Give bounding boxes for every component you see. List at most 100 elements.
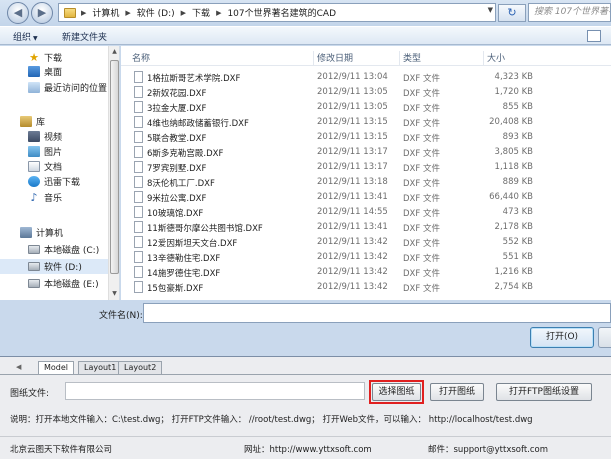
chevron-down-icon[interactable]: ▼ <box>488 6 493 14</box>
column-header-date[interactable]: 修改日期 <box>313 51 397 65</box>
ftp-settings-button[interactable]: 打开FTP图纸设置 <box>496 383 592 401</box>
nav-item[interactable]: 计算机 <box>0 225 108 240</box>
table-row[interactable]: 10玻璃馆.DXF 2012/9/11 14:55 DXF 文件 473 KB <box>121 205 611 220</box>
table-row[interactable]: 9米拉公寓.DXF 2012/9/11 13:41 DXF 文件 66,440 KB <box>121 190 611 205</box>
search-input[interactable]: 搜索 107个世界著名建筑的CAD <box>528 3 611 22</box>
dxf-file-icon <box>134 131 143 143</box>
nav-item[interactable]: 本地磁盘 (C:) <box>0 242 108 257</box>
column-header-type[interactable]: 类型 <box>399 51 483 65</box>
nav-item-label: 计算机 <box>36 229 64 239</box>
breadcrumb-downloads[interactable]: 下载 <box>188 6 214 19</box>
nav-item[interactable]: 视频 <box>0 129 108 144</box>
file-type: DXF 文件 <box>403 269 440 279</box>
website-text: 网址：http://www.yttxsoft.com <box>244 445 372 455</box>
table-row[interactable]: 15包豪斯.DXF 2012/9/11 13:42 DXF 文件 2,754 KB <box>121 280 611 295</box>
table-row[interactable]: 1格拉斯哥艺术学院.DXF 2012/9/11 13:04 DXF 文件 4,323 … <box>121 70 611 85</box>
file-name: 2新奴花园.DXF <box>147 89 207 99</box>
nav-item[interactable]: 库 <box>0 114 108 129</box>
dxf-file-icon <box>134 116 143 128</box>
table-row[interactable]: 6斯多克勒宫殿.DXF 2012/9/11 13:17 DXF 文件 3,805 KB <box>121 145 611 160</box>
file-name: 10玻璃馆.DXF <box>147 209 204 219</box>
nav-item[interactable]: ★ 下载 <box>0 50 108 65</box>
column-header-size[interactable]: 大小 <box>483 51 543 65</box>
nav-item[interactable]: 桌面 <box>0 64 108 79</box>
breadcrumb-computer[interactable]: 计算机 <box>88 6 123 19</box>
file-date: 2012/9/11 13:04 <box>317 72 388 82</box>
tab-layout2[interactable]: Layout2 <box>118 361 163 374</box>
nav-item[interactable]: ♪ 音乐 <box>0 190 108 205</box>
table-row[interactable]: 8沃伦机工厂.DXF 2012/9/11 13:18 DXF 文件 889 KB <box>121 175 611 190</box>
breadcrumb-current-folder[interactable]: 107个世界著名建筑的CAD <box>223 6 340 19</box>
cancel-button-partial[interactable] <box>598 327 611 348</box>
open-button[interactable]: 打开(O) <box>530 327 594 348</box>
nav-item-label: 音乐 <box>44 194 63 204</box>
dxf-file-icon <box>134 221 143 233</box>
scroll-down-icon[interactable]: ▼ <box>109 288 119 300</box>
dxf-file-icon <box>134 146 143 158</box>
breadcrumb-drive-d[interactable]: 软件 (D:) <box>133 6 179 19</box>
nav-item[interactable]: 迅雷下载 <box>0 174 108 189</box>
breadcrumb[interactable]: ▶ 计算机 ▶ 软件 (D:) ▶ 下载 ▶ 107个世界著名建筑的CAD ▼ <box>58 3 496 22</box>
nav-item-label: 最近访问的位置 <box>44 84 108 94</box>
dxf-file-icon <box>134 101 143 113</box>
file-size: 473 KB <box>502 207 533 217</box>
desktop-icon <box>28 66 40 77</box>
company-name: 北京云图天下软件有限公司 <box>10 445 113 455</box>
view-options-icon[interactable] <box>587 30 601 42</box>
file-name: 4维也纳邮政储蓄银行.DXF <box>147 119 249 129</box>
nav-item-label: 下载 <box>44 54 63 64</box>
forward-button[interactable]: ▶ <box>31 2 53 24</box>
open-drawing-button[interactable]: 打开图纸 <box>430 383 484 401</box>
nav-item[interactable]: 图片 <box>0 144 108 159</box>
scroll-thumb[interactable] <box>110 60 119 274</box>
dxf-file-icon <box>134 71 143 83</box>
dxf-file-icon <box>134 191 143 203</box>
back-button[interactable]: ◀ <box>7 2 29 24</box>
chevron-right-icon: ▶ <box>180 8 187 17</box>
organize-button[interactable]: 组织 ▼ <box>13 30 38 43</box>
nav-item-label: 图片 <box>44 148 63 158</box>
table-row[interactable]: 5联合教堂.DXF 2012/9/11 13:15 DXF 文件 893 KB <box>121 130 611 145</box>
file-size: 1,720 KB <box>494 87 533 97</box>
usage-hint: 说明：打开本地文件输入：C:\test.dwg； 打开FTP文件输入： //ro… <box>10 415 533 425</box>
chevron-right-icon: ▶ <box>81 8 87 17</box>
table-row[interactable]: 13辛德勒住宅.DXF 2012/9/11 13:42 DXF 文件 551 KB <box>121 250 611 265</box>
dxf-file-icon <box>134 176 143 188</box>
nav-scrollbar[interactable]: ▲ ▼ <box>108 46 119 300</box>
file-date: 2012/9/11 13:15 <box>317 117 388 127</box>
file-type: DXF 文件 <box>403 224 440 234</box>
table-row[interactable]: 11斯德哥尔摩公共图书馆.DXF 2012/9/11 13:41 DXF 文件 2,1… <box>121 220 611 235</box>
new-folder-button[interactable]: 新建文件夹 <box>62 30 107 43</box>
filename-input[interactable] <box>143 303 611 323</box>
nav-item[interactable]: 软件 (D:) <box>0 259 108 274</box>
nav-item[interactable]: 文档 <box>0 159 108 174</box>
navigation-pane: ★ 下载 桌面最近访问的位置库视频图片 文档迅雷下载 ♪ 音乐计算机本地磁盘 (C:) 软件… <box>0 46 120 300</box>
drawing-file-input[interactable] <box>65 382 365 400</box>
table-row[interactable]: 14施罗德住宅.DXF 2012/9/11 13:42 DXF 文件 1,216 KB <box>121 265 611 280</box>
table-row[interactable]: 3拉金大厦.DXF 2012/9/11 13:05 DXF 文件 855 KB <box>121 100 611 115</box>
nav-item[interactable]: 本地磁盘 (E:) <box>0 276 108 291</box>
table-row[interactable]: 4维也纳邮政储蓄银行.DXF 2012/9/11 13:15 DXF 文件 20,40… <box>121 115 611 130</box>
file-type: DXF 文件 <box>403 194 440 204</box>
recent-places-icon <box>28 82 40 93</box>
choose-drawing-button[interactable]: 选择图纸 <box>372 383 421 401</box>
nav-item[interactable]: 最近访问的位置 <box>0 80 108 95</box>
scroll-up-icon[interactable]: ▲ <box>109 46 119 58</box>
column-header-name[interactable]: 名称 <box>129 51 150 65</box>
filename-label: 文件名(N): <box>99 311 143 321</box>
file-size: 855 KB <box>502 102 533 112</box>
file-type: DXF 文件 <box>403 209 440 219</box>
table-row[interactable]: 12爱因斯坦天文台.DXF 2012/9/11 13:42 DXF 文件 552 KB <box>121 235 611 250</box>
nav-item-label: 迅雷下载 <box>44 178 81 188</box>
tab-model[interactable]: Model <box>38 361 75 374</box>
table-row[interactable]: 2新奴花园.DXF 2012/9/11 13:05 DXF 文件 1,720 KB <box>121 85 611 100</box>
refresh-icon[interactable]: ↻ <box>498 4 526 22</box>
file-list: 名称 修改日期 类型 大小 1格拉斯哥艺术学院.DXF 2012/9/11 13:… <box>121 46 611 300</box>
tab-scroll-icon[interactable]: ◀ <box>16 363 21 371</box>
table-row[interactable]: 7罗宾别墅.DXF 2012/9/11 13:17 DXF 文件 1,118 KB <box>121 160 611 175</box>
arrow-right-icon: ▶ <box>37 6 47 19</box>
tab-layout1[interactable]: Layout1 <box>78 361 123 374</box>
file-type: DXF 文件 <box>403 164 440 174</box>
chevron-right-icon: ▶ <box>216 8 222 17</box>
file-date: 2012/9/11 13:42 <box>317 267 388 277</box>
